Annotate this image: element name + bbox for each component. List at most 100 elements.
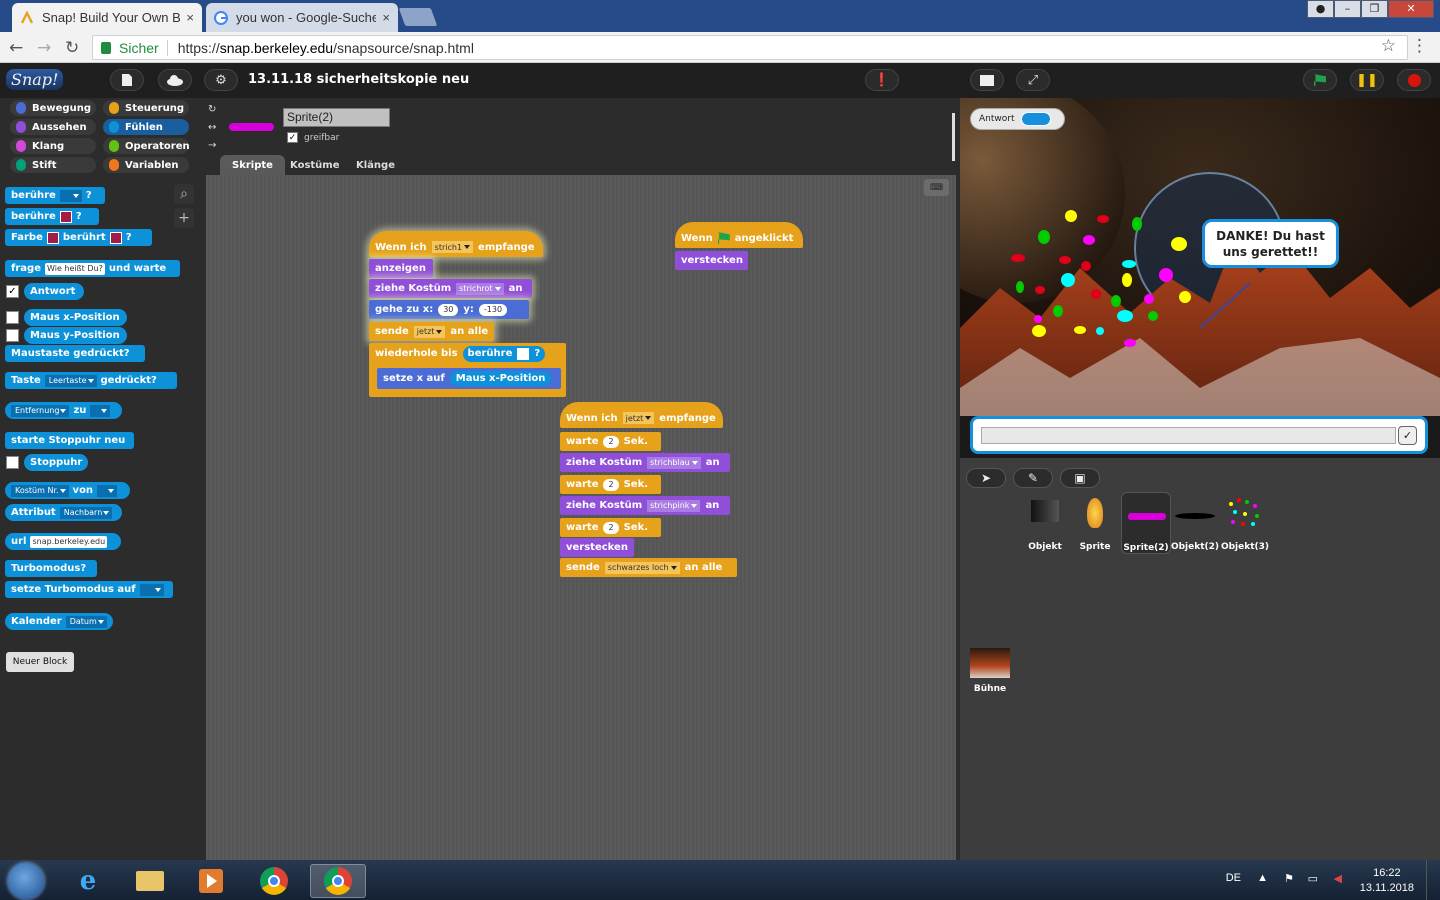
volume-muted-icon[interactable]: ◀ <box>1334 872 1342 885</box>
block-kalender[interactable]: Kalender Datum <box>5 613 113 630</box>
block-beruehre[interactable]: berühre? <box>462 345 546 362</box>
clock[interactable]: 16:22 13.11.2018 <box>1360 866 1414 896</box>
block-dropdown[interactable]: Datum <box>65 615 107 628</box>
block-dropdown[interactable]: jetzt <box>622 412 655 424</box>
camera-sprite-button[interactable]: ▣ <box>1060 468 1100 488</box>
block-dropdown[interactable]: Nachbarn <box>59 506 113 519</box>
url-field[interactable]: Sicher https://snap.berkeley.edu/snapsou… <box>92 35 1408 60</box>
block-input[interactable]: 2 <box>603 478 619 491</box>
reporter-maus-x[interactable]: Maus x-Position <box>449 371 552 386</box>
block-input[interactable]: -130 <box>478 303 508 316</box>
block-beruehre-sprite[interactable]: berühre? <box>5 187 105 204</box>
hat-wenn-ich-empfange[interactable]: Wenn ich strich1 empfange <box>369 231 543 257</box>
watcher-checkbox[interactable]: ✓ <box>6 285 19 298</box>
block-dropdown[interactable] <box>139 583 164 596</box>
action-center-icon[interactable]: ⚑ <box>1284 872 1294 885</box>
category-operatoren[interactable]: Operatoren <box>103 138 190 154</box>
sprite-name-input[interactable]: Sprite(2) <box>283 108 390 127</box>
block-beruehre-farbe[interactable]: berühre? <box>5 208 99 225</box>
block-maustaste[interactable]: Maustaste gedrückt? <box>5 345 145 362</box>
color-swatch[interactable] <box>109 231 122 244</box>
script-area[interactable]: ⌨ Wenn ich strich1 empfange anzeigen ziehe… <box>206 113 956 860</box>
corral-sprite-objekt2[interactable]: Objekt(2) <box>1170 492 1220 554</box>
category-steuerung[interactable]: Steuerung <box>103 100 189 116</box>
block-input[interactable]: Wie heißt Du? <box>44 262 105 275</box>
block-dropdown[interactable]: strichpink <box>647 499 701 512</box>
stop-button[interactable] <box>1397 69 1431 91</box>
block-dropdown[interactable]: strichblau <box>647 456 701 469</box>
new-block-button[interactable]: Neuer Block <box>6 652 74 672</box>
scrollbar[interactable] <box>952 113 955 161</box>
block-input[interactable]: 2 <box>603 435 619 448</box>
stage[interactable]: Antwort DANKE! Du hast uns gerettet!! ✓ <box>960 98 1440 458</box>
corral-stage-icon[interactable]: Bühne <box>965 644 1015 706</box>
block-ziehe-kostuem[interactable]: ziehe Kostüm strichblau an <box>560 453 730 472</box>
block-dropdown[interactable]: Entfernung <box>11 404 70 417</box>
block-dropdown[interactable] <box>97 484 118 497</box>
presentation-mode-button[interactable]: ⤢ <box>1016 69 1050 91</box>
explorer-icon[interactable] <box>128 864 172 898</box>
color-swatch[interactable] <box>59 210 72 223</box>
tab-google[interactable]: you won - Google-Suche × <box>206 3 398 32</box>
corral-sprite-sprite2[interactable]: Sprite(2) <box>1121 492 1171 554</box>
no-rotate-icon[interactable]: → <box>208 140 216 151</box>
block-dropdown[interactable]: Kostüm Nr. <box>11 484 69 497</box>
block-dropdown[interactable]: jetzt <box>413 325 446 338</box>
snap-logo[interactable]: Snap! <box>6 69 64 90</box>
block-warte[interactable]: warte 2 Sek. <box>560 432 661 451</box>
reload-icon[interactable]: ↻ <box>65 38 79 58</box>
tab-skripte[interactable]: Skripte <box>220 155 285 175</box>
chrome-icon[interactable] <box>252 864 296 898</box>
chrome-active-icon[interactable] <box>310 864 366 898</box>
new-tab-button[interactable] <box>398 8 438 26</box>
close-window-icon[interactable]: ✕ <box>1388 0 1434 18</box>
checkbox[interactable]: ✓ <box>287 132 298 143</box>
hat-wenn-flag-angeklickt[interactable]: Wenn angeklickt <box>675 222 803 248</box>
show-desktop-button[interactable] <box>1426 860 1440 900</box>
block-taste-gedrueckt[interactable]: Taste Leertaste gedrückt? <box>5 372 177 389</box>
block-kostuem-nr-von[interactable]: Kostüm Nr. von <box>5 482 130 499</box>
pause-button[interactable]: ❚❚ <box>1350 69 1384 91</box>
block-wiederhole-bis[interactable]: wiederhole bis berühre? <box>369 344 566 363</box>
block-stoppuhr[interactable]: Stoppuhr <box>24 454 88 471</box>
block-dropdown[interactable]: schwarzes loch <box>604 561 680 574</box>
category-aussehen[interactable]: Aussehen <box>10 119 96 135</box>
block-ziehe-kostuem[interactable]: ziehe Kostüm strichrot an <box>369 279 532 298</box>
flip-icon[interactable]: ↔ <box>208 122 216 133</box>
keyboard-entry-icon[interactable]: ⌨ <box>924 179 949 196</box>
tab-klaenge[interactable]: Klänge <box>344 155 407 175</box>
settings-button[interactable]: ⚙ <box>204 69 238 91</box>
tab-kostueme[interactable]: Kostüme <box>278 155 352 175</box>
block-turbomodus[interactable]: Turbomodus? <box>5 560 97 577</box>
block-verstecken[interactable]: verstecken <box>560 538 634 557</box>
browser-menu-icon[interactable]: ⋮ <box>1411 36 1428 56</box>
block-setze-turbomodus[interactable]: setze Turbomodus auf <box>5 581 173 598</box>
watcher-checkbox[interactable] <box>6 311 19 324</box>
accept-answer-button[interactable]: ✓ <box>1398 426 1417 445</box>
block-input[interactable]: snap.berkeley.edu <box>30 535 108 548</box>
answer-input[interactable] <box>981 427 1396 444</box>
block-dropdown[interactable] <box>90 404 111 417</box>
hat-wenn-ich-empfange[interactable]: Wenn ich jetzt empfange <box>560 402 723 428</box>
block-maus-x[interactable]: Maus x-Position <box>24 309 127 326</box>
block-url[interactable]: url snap.berkeley.edu <box>5 533 121 550</box>
corral-sprite-sprite[interactable]: Sprite <box>1070 492 1120 554</box>
block-attribut[interactable]: Attribut Nachbarn <box>5 504 122 521</box>
block-maus-y[interactable]: Maus y-Position <box>24 327 127 344</box>
rotate-icon[interactable]: ↻ <box>208 104 216 115</box>
block-farbe-beruehrt[interactable]: Farbe berührt? <box>5 229 152 246</box>
user-icon[interactable]: ● <box>1307 0 1334 18</box>
block-antwort[interactable]: Antwort <box>24 283 84 300</box>
block-warte[interactable]: warte 2 Sek. <box>560 518 661 537</box>
watcher-checkbox[interactable] <box>6 456 19 469</box>
block-dropdown[interactable] <box>59 189 82 202</box>
category-klang[interactable]: Klang <box>10 138 96 154</box>
color-swatch[interactable] <box>46 231 59 244</box>
media-player-icon[interactable] <box>189 864 233 898</box>
footprints-button[interactable]: ❗ <box>865 69 899 91</box>
block-sende[interactable]: sende jetzt an alle <box>369 322 494 341</box>
cloud-button[interactable] <box>158 69 192 91</box>
search-icon[interactable]: ⌕ <box>174 184 194 204</box>
corral-sprite-objekt[interactable]: Objekt <box>1020 492 1070 554</box>
color-swatch[interactable] <box>517 347 530 360</box>
